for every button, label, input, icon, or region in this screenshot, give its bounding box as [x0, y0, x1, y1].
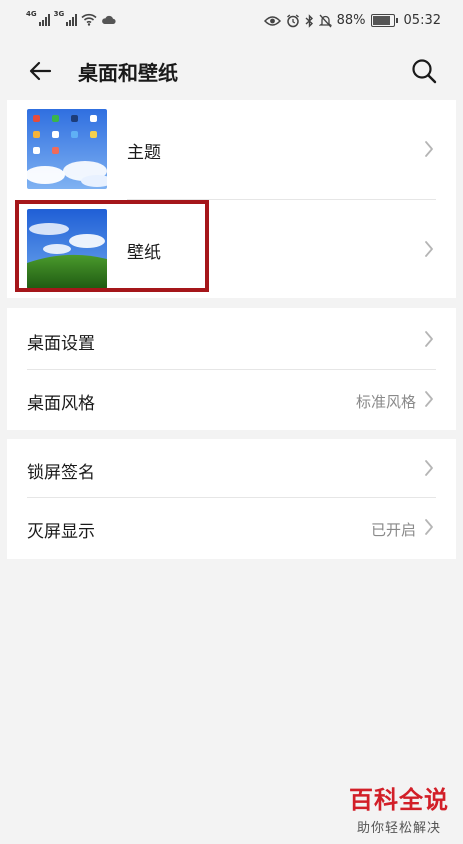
- status-left: 4G 3G: [26, 9, 116, 26]
- item-label: 锁屏签名: [27, 463, 95, 483]
- item-label: 主题: [127, 143, 161, 163]
- network-type-1: 4G: [26, 9, 37, 18]
- network-type-2: 3G: [53, 9, 65, 18]
- list-item-lockscreen-signature[interactable]: 锁屏签名: [7, 439, 456, 497]
- alarm-icon: [286, 13, 299, 27]
- item-label: 桌面风格: [27, 394, 95, 414]
- battery-icon: [370, 14, 398, 27]
- app-header: 桌面和壁纸: [0, 44, 463, 98]
- item-label: 灭屏显示: [27, 522, 95, 542]
- chevron-right-icon: [425, 141, 433, 157]
- search-icon[interactable]: [409, 56, 439, 86]
- watermark: 百科全说 助你轻松解决: [349, 780, 449, 836]
- status-bar: 4G 3G 88% 05:32: [0, 0, 463, 44]
- eye-icon: [263, 15, 281, 26]
- watermark-subtitle: 助你轻松解决: [356, 821, 441, 836]
- lockscreen-card: 锁屏签名 灭屏显示 已开启: [7, 439, 456, 559]
- status-right: 88% 05:32: [263, 13, 441, 28]
- item-value: 已开启: [370, 521, 416, 539]
- watermark-title: 百科全说: [349, 786, 449, 814]
- wifi-icon: [81, 13, 97, 26]
- signal-icon-2: [66, 13, 78, 26]
- list-item-desktop-style[interactable]: 桌面风格 标准风格: [7, 370, 456, 430]
- item-label: 桌面设置: [27, 334, 95, 354]
- cloud-icon: [102, 15, 116, 24]
- list-item-theme[interactable]: 主题: [7, 100, 456, 199]
- list-item-always-on-display[interactable]: 灭屏显示 已开启: [7, 498, 456, 559]
- chevron-right-icon: [425, 241, 433, 257]
- bluetooth-icon: [305, 13, 313, 28]
- chevron-right-icon: [425, 519, 433, 535]
- chevron-right-icon: [425, 331, 433, 347]
- highlight-box: [15, 200, 209, 292]
- chevron-right-icon: [425, 460, 433, 476]
- theme-thumbnail: [27, 109, 107, 189]
- chevron-right-icon: [425, 391, 433, 407]
- page-title: 桌面和壁纸: [78, 61, 178, 85]
- list-item-desktop-settings[interactable]: 桌面设置: [7, 308, 456, 369]
- desktop-settings-card: 桌面设置 桌面风格 标准风格: [7, 308, 456, 430]
- battery-percent: 88%: [336, 13, 366, 28]
- back-arrow-icon[interactable]: [26, 56, 56, 86]
- signal-icon: [38, 13, 50, 26]
- clock: 05:32: [403, 13, 441, 28]
- mute-icon: [318, 14, 332, 27]
- item-value: 标准风格: [355, 393, 416, 411]
